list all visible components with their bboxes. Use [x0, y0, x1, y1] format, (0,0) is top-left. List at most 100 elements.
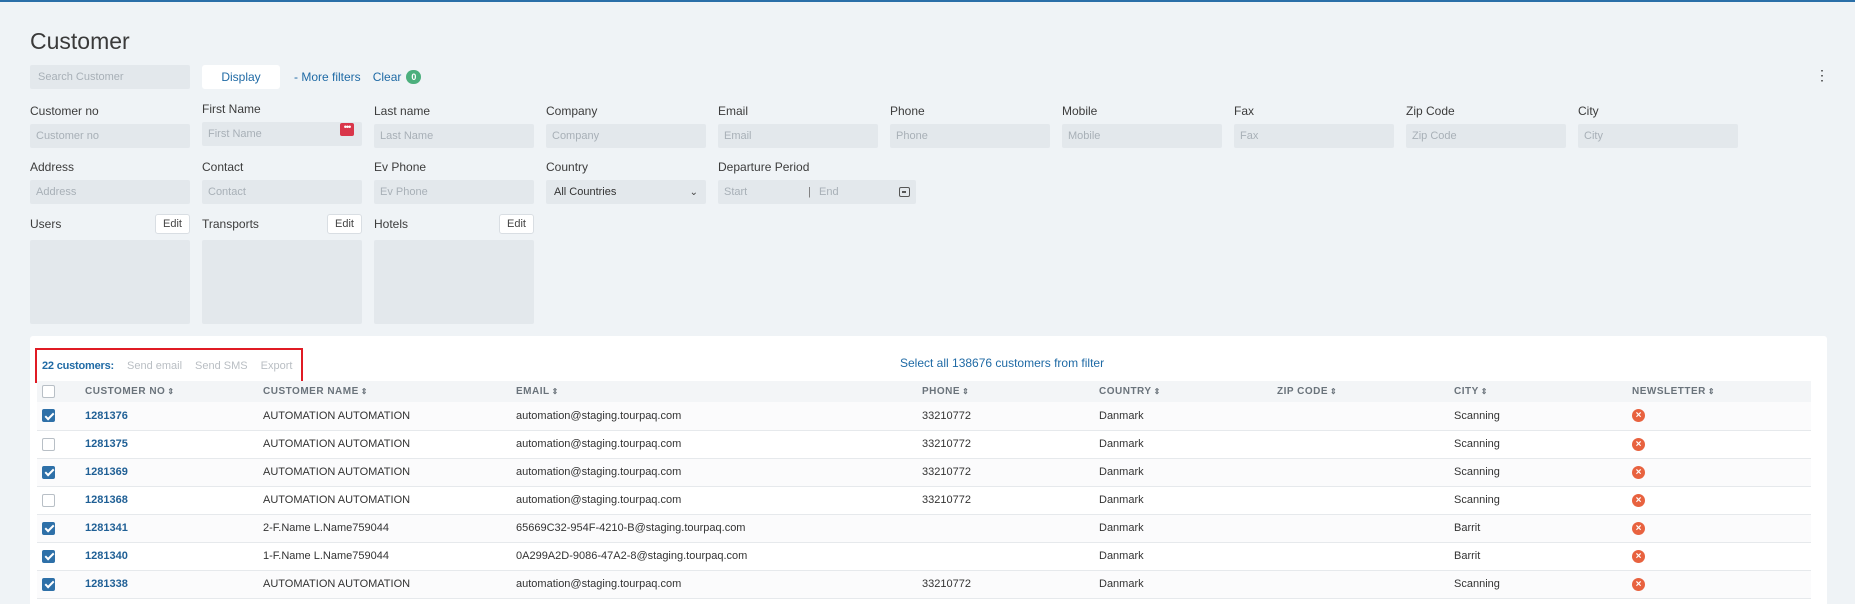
column-header-zip-code[interactable]: ZIP CODE ⇕ — [1277, 381, 1454, 402]
users-list[interactable] — [30, 240, 190, 324]
country-select[interactable]: All Countries ⌄ — [546, 180, 706, 204]
users-label: Users — [30, 217, 62, 231]
sort-icon: ⇕ — [551, 387, 559, 396]
fax-input[interactable] — [1234, 124, 1394, 148]
ev-phone-label: Ev Phone — [374, 160, 427, 174]
email-cell: 65669C32-954F-4210-B@staging.tourpaq.com — [516, 522, 746, 534]
transports-panel: Transports Edit — [202, 213, 362, 324]
country-cell: Danmark — [1099, 522, 1144, 534]
filter-address: Address — [30, 160, 190, 204]
users-edit-button[interactable]: Edit — [155, 214, 190, 234]
customer-no-cell[interactable]: 1281369 — [85, 458, 263, 486]
table-row[interactable]: 1281368 AUTOMATION AUTOMATION automation@s… — [37, 486, 1811, 514]
phone-cell: 33210772 — [922, 494, 971, 506]
display-button[interactable]: Display — [202, 65, 280, 89]
newsletter-cell: × — [1632, 570, 1811, 598]
transports-label: Transports — [202, 217, 259, 231]
customer-no-input[interactable] — [30, 124, 190, 148]
column-header-email[interactable]: EMAIL ⇕ — [516, 381, 922, 402]
bulk-action-bar: 22 customers: Send email Send SMS Export — [35, 348, 303, 383]
table-row[interactable]: 1281338 AUTOMATION AUTOMATION automation@s… — [37, 570, 1811, 598]
newsletter-cell: × — [1632, 458, 1811, 486]
row-checkbox[interactable] — [42, 549, 55, 563]
row-checkbox[interactable] — [42, 577, 55, 591]
column-header-customer-no[interactable]: CUSTOMER NO ⇕ — [85, 381, 263, 402]
customer-name-cell: AUTOMATION AUTOMATION — [263, 466, 411, 478]
row-checkbox[interactable] — [42, 493, 55, 507]
hotels-edit-button[interactable]: Edit — [499, 214, 534, 234]
city-input[interactable] — [1578, 124, 1738, 148]
first-name-input[interactable] — [202, 122, 362, 146]
column-header-city[interactable]: CITY ⇕ — [1454, 381, 1632, 402]
column-header-newsletter[interactable]: NEWSLETTER ⇕ — [1632, 381, 1811, 402]
row-checkbox[interactable] — [42, 437, 55, 451]
clear-filters-link[interactable]: Clear 0 — [373, 70, 422, 84]
newsletter-cell: × — [1632, 514, 1811, 542]
customer-no-cell[interactable]: 1281375 — [85, 430, 263, 458]
email-cell: automation@staging.tourpaq.com — [516, 494, 682, 506]
address-input[interactable] — [30, 180, 190, 204]
zip-code-input[interactable] — [1406, 124, 1566, 148]
last-name-label: Last name — [374, 104, 431, 118]
phone-cell: 33210772 — [922, 578, 971, 590]
transports-list[interactable] — [202, 240, 362, 324]
departure-period-input[interactable]: Start | End — [718, 180, 916, 204]
calendar-icon[interactable] — [899, 187, 910, 197]
hotels-list[interactable] — [374, 240, 534, 324]
send-email-button[interactable]: Send email — [127, 360, 182, 372]
options-dots-icon[interactable]: ••• — [340, 123, 354, 136]
send-sms-button[interactable]: Send SMS — [195, 360, 248, 372]
email-label: Email — [718, 104, 749, 118]
zip-code-cell — [1277, 514, 1454, 542]
city-cell: Barrit — [1454, 522, 1481, 534]
city-cell: Scanning — [1454, 466, 1500, 478]
select-all-link[interactable]: Select all 138676 customers from filter — [900, 356, 1104, 370]
row-checkbox[interactable] — [42, 521, 55, 535]
table-row[interactable]: 1281376 AUTOMATION AUTOMATION automation@s… — [37, 402, 1811, 430]
column-header-phone[interactable]: PHONE ⇕ — [922, 381, 1099, 402]
more-options-icon[interactable]: ⋮ — [1815, 68, 1829, 82]
last-name-input[interactable] — [374, 124, 534, 148]
filter-contact: Contact — [202, 160, 362, 204]
phone-input[interactable] — [890, 124, 1050, 148]
first-name-label: First Name — [202, 102, 261, 116]
email-input[interactable] — [718, 124, 878, 148]
mobile-input[interactable] — [1062, 124, 1222, 148]
newsletter-cell: × — [1632, 486, 1811, 514]
phone-label: Phone — [890, 104, 925, 118]
customer-name-cell: 2-F.Name L.Name759044 — [263, 522, 389, 534]
email-cell: 0A299A2D-9086-47A2-8@staging.tourpaq.com — [516, 550, 748, 562]
period-start-placeholder[interactable]: Start — [724, 186, 747, 198]
table-row[interactable]: 1281375 AUTOMATION AUTOMATION automation@s… — [37, 430, 1811, 458]
country-cell: Danmark — [1099, 466, 1144, 478]
filter-last-name: Last name — [374, 104, 534, 148]
filter-email: Email — [718, 104, 878, 148]
column-header-customer-name[interactable]: CUSTOMER NAME ⇕ — [263, 381, 516, 402]
customer-no-cell[interactable]: 1281368 — [85, 486, 263, 514]
select-all-checkbox[interactable] — [42, 385, 55, 398]
table-row[interactable]: 1281369 AUTOMATION AUTOMATION automation@s… — [37, 458, 1811, 486]
row-checkbox[interactable] — [42, 409, 55, 423]
customer-no-cell[interactable]: 1281338 — [85, 570, 263, 598]
column-header-country[interactable]: COUNTRY ⇕ — [1099, 381, 1277, 402]
company-input[interactable] — [546, 124, 706, 148]
table-row[interactable]: 1281341 2-F.Name L.Name759044 65669C32-954… — [37, 514, 1811, 542]
period-end-placeholder[interactable]: End — [819, 186, 899, 198]
phone-cell — [922, 514, 1099, 542]
contact-input[interactable] — [202, 180, 362, 204]
city-label: City — [1578, 104, 1599, 118]
newsletter-cell: × — [1632, 402, 1811, 430]
customer-no-cell[interactable]: 1281341 — [85, 514, 263, 542]
transports-edit-button[interactable]: Edit — [327, 214, 362, 234]
ev-phone-input[interactable] — [374, 180, 534, 204]
customer-no-cell[interactable]: 1281376 — [85, 402, 263, 430]
search-customer-input[interactable] — [30, 65, 190, 89]
customer-no-cell[interactable]: 1281340 — [85, 542, 263, 570]
email-cell: automation@staging.tourpaq.com — [516, 438, 682, 450]
results-panel: 22 customers: Send email Send SMS Export… — [30, 336, 1827, 604]
sort-icon: ⇕ — [360, 387, 368, 396]
row-checkbox[interactable] — [42, 465, 55, 479]
table-row[interactable]: 1281340 1-F.Name L.Name759044 0A299A2D-908… — [37, 542, 1811, 570]
more-filters-link[interactable]: - More filters — [294, 70, 361, 84]
export-button[interactable]: Export — [261, 360, 293, 372]
